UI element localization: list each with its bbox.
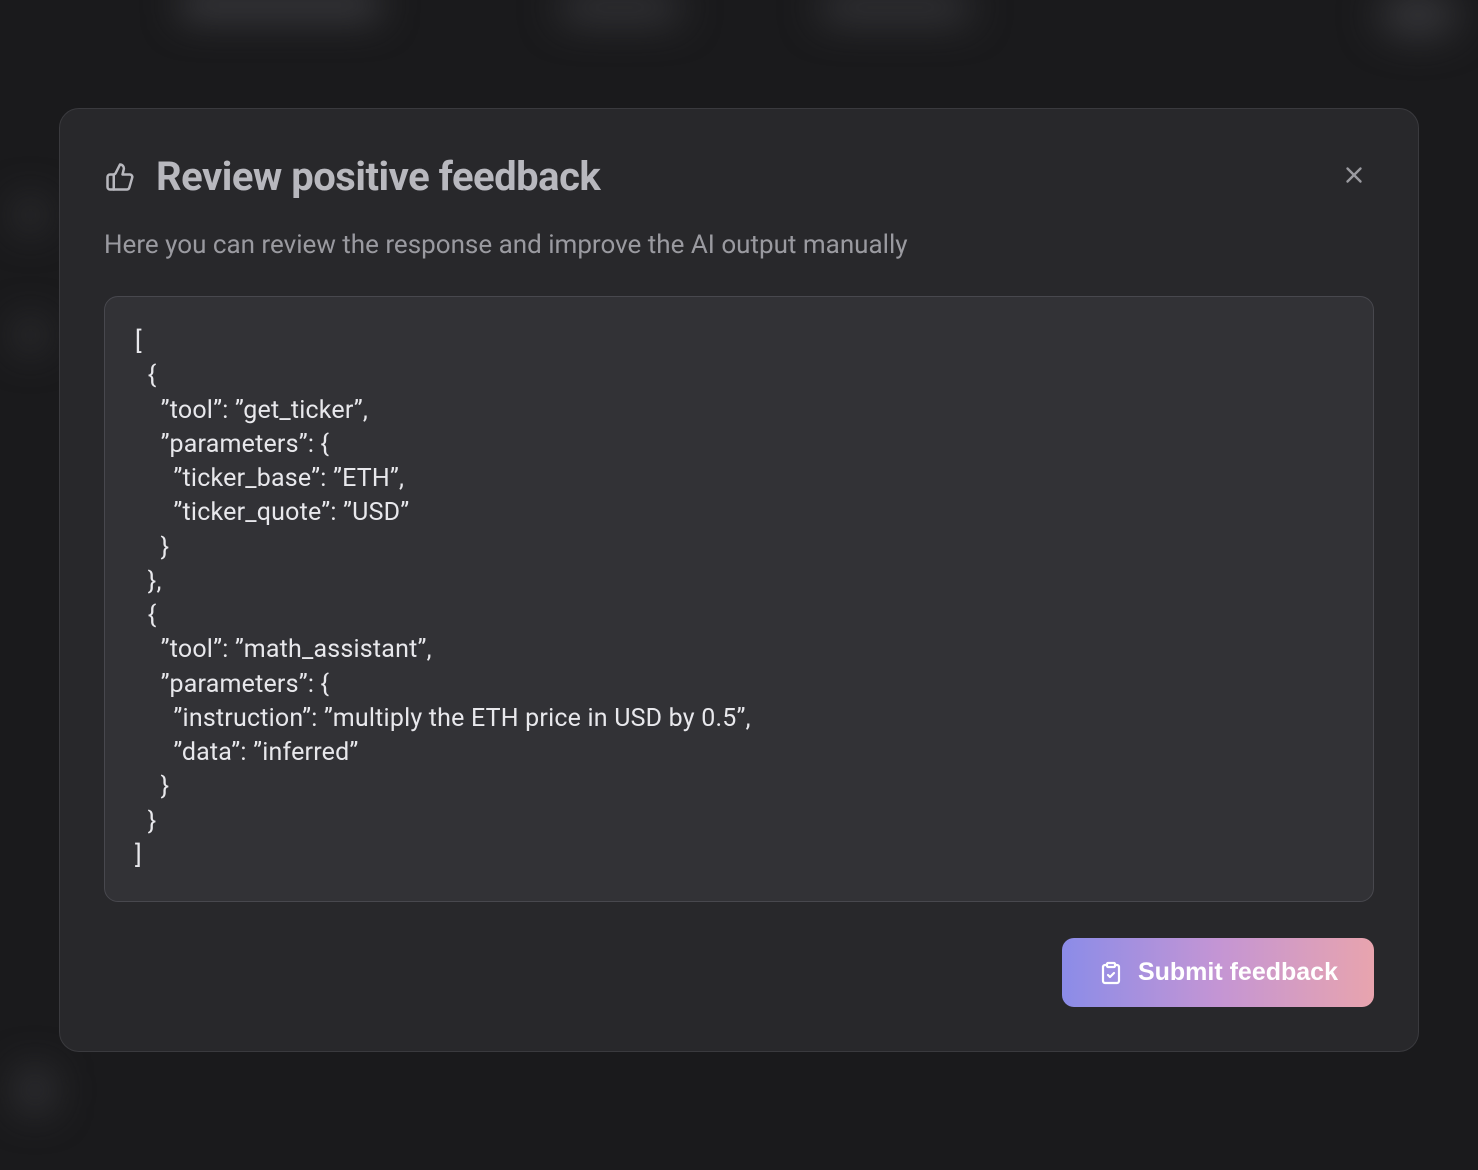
backdrop-blur-shape [820,0,970,20]
submit-button-label: Submit feedback [1138,958,1338,987]
submit-feedback-button[interactable]: Submit feedback [1062,938,1374,1007]
close-icon [1341,162,1367,191]
feedback-textarea[interactable]: [ { ”tool”: ”get_ticker”, ”parameters”: … [135,325,1343,873]
clipboard-check-icon [1098,960,1124,986]
backdrop-blur-shape [1378,0,1458,35]
modal-footer: Submit feedback [104,938,1374,1007]
backdrop-blur-shape [18,320,43,350]
backdrop-blur-shape [560,0,680,20]
modal-header: Review positive feedback [104,153,1374,200]
modal-title-group: Review positive feedback [104,153,600,200]
backdrop-blur-shape [20,1070,50,1110]
thumbs-up-icon [104,161,136,193]
feedback-modal: Review positive feedback Here you can re… [59,108,1419,1052]
modal-title: Review positive feedback [156,153,600,200]
backdrop-blur-shape [18,200,43,230]
modal-subtitle: Here you can review the response and imp… [104,230,1374,260]
feedback-textarea-container[interactable]: [ { ”tool”: ”get_ticker”, ”parameters”: … [104,296,1374,902]
close-button[interactable] [1334,157,1374,197]
